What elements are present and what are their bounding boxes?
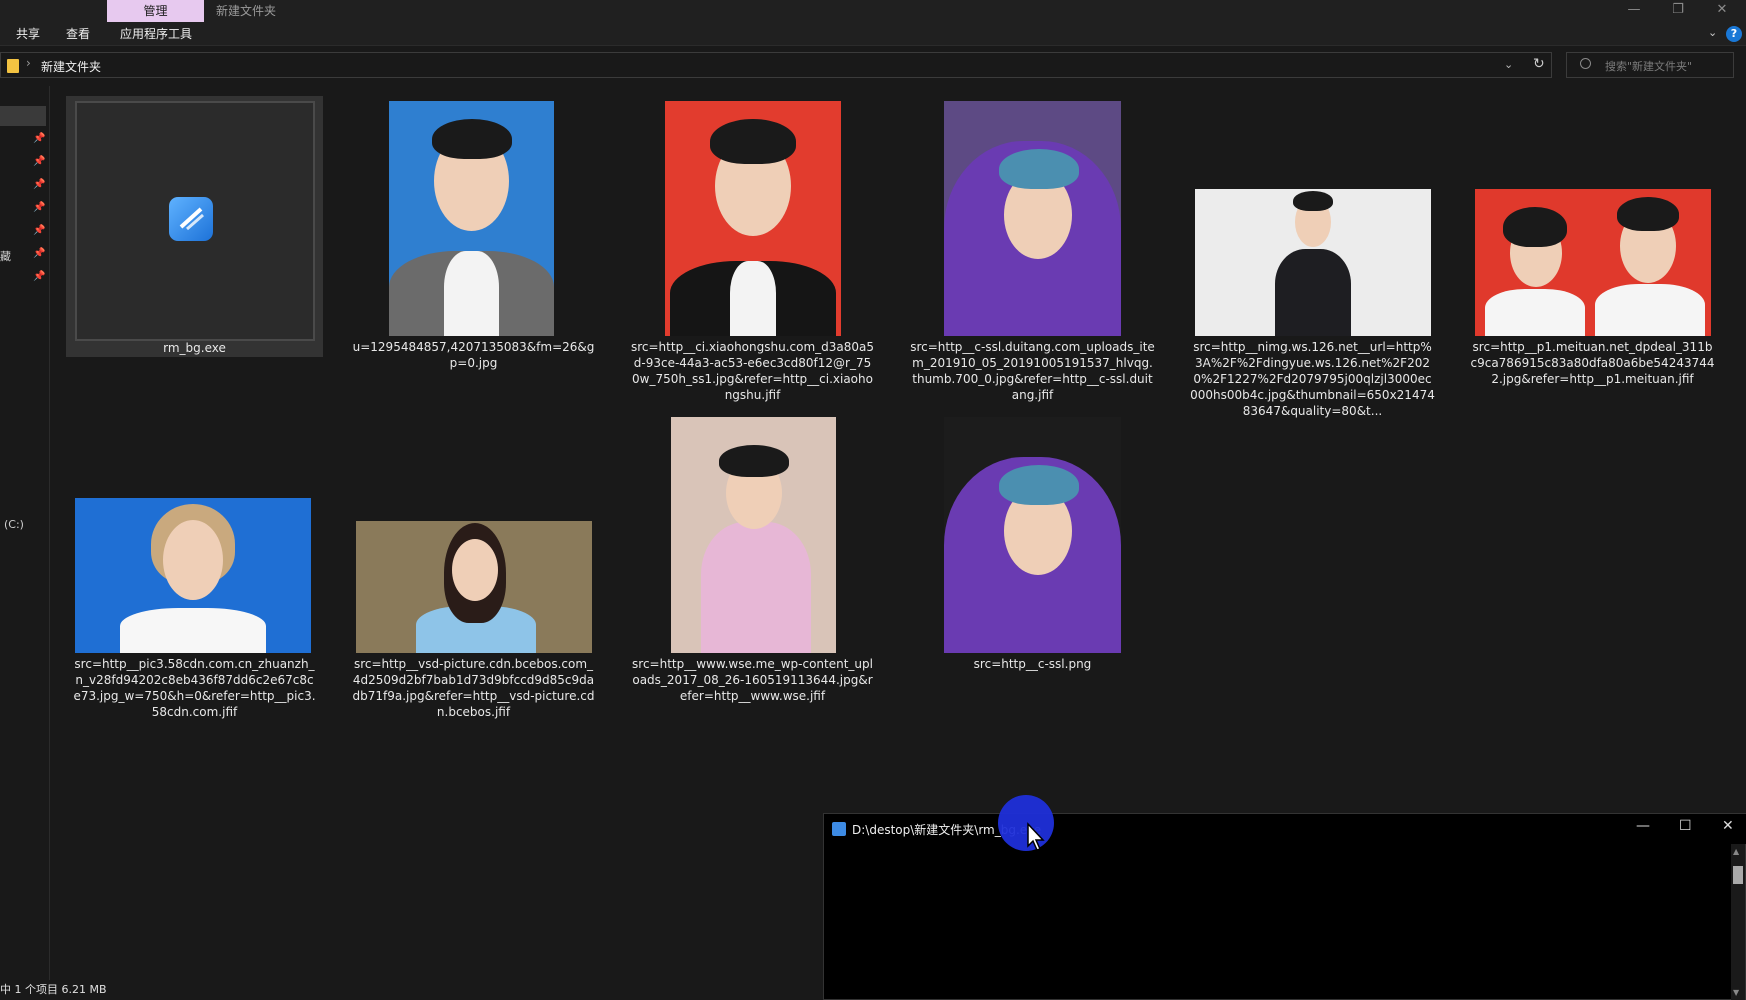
pin-icon: 📌 — [33, 133, 46, 144]
file-name: u=1295484857,4207135083&fm=26&gp=0.jpg — [352, 340, 595, 370]
file-name: src=http__c-ssl.png — [973, 657, 1092, 671]
breadcrumb-separator: › — [26, 56, 31, 70]
file-name: src=http__p1.meituan.net_dpdeal_311bc9ca… — [1470, 340, 1715, 386]
pin-icon: 📌 — [33, 225, 46, 236]
decorative-calligraphy — [675, 421, 707, 491]
console-maximize-button[interactable]: ☐ — [1679, 818, 1692, 834]
file-item[interactable]: src=http__c-ssl.png — [904, 413, 1161, 672]
nav-drive-c[interactable]: (C:) — [4, 518, 24, 531]
minimize-button[interactable]: — — [1612, 0, 1656, 22]
file-thumbnail — [345, 96, 602, 336]
pin-icon: 📌 — [33, 202, 46, 213]
file-item[interactable]: src=http__p1.meituan.net_dpdeal_311bc9ca… — [1464, 96, 1721, 387]
file-thumbnail — [904, 413, 1161, 653]
nav-selected-item[interactable] — [0, 106, 46, 126]
scroll-down-icon[interactable]: ▼ — [1733, 988, 1739, 997]
file-name: src=http__pic3.58cdn.com.cn_zhuanzh_n_v2… — [73, 657, 316, 719]
console-window[interactable]: D:\destop\新建文件夹\rm_bg.exe — ☐ ✕ ▲ ▼ — [823, 813, 1746, 1000]
file-item[interactable]: rm_bg.exe — [66, 96, 323, 357]
mouse-cursor-icon — [1027, 822, 1045, 851]
scroll-up-icon[interactable]: ▲ — [1733, 847, 1739, 856]
ribbon: 共享 查看 应用程序工具 ⌄ ? — [0, 22, 1746, 46]
file-thumbnail — [66, 413, 323, 653]
console-scrollbar[interactable]: ▲ ▼ — [1731, 844, 1745, 1000]
tab-app-tools[interactable]: 应用程序工具 — [120, 22, 192, 46]
title-bar: 管理 新建文件夹 — ❐ ✕ — [0, 0, 1746, 22]
file-thumbnail — [1184, 96, 1441, 336]
address-bar[interactable]: › 新建文件夹 ⌄ ↻ — [0, 52, 1552, 78]
folder-icon — [7, 59, 19, 73]
file-item[interactable]: u=1295484857,4207135083&fm=26&gp=0.jpg — [345, 96, 602, 371]
pin-icon: 📌 — [33, 156, 46, 167]
file-name: src=http__c-ssl.duitang.com_uploads_item… — [910, 340, 1155, 402]
pin-icon: 📌 — [33, 271, 46, 282]
restore-button[interactable]: ❐ — [1656, 0, 1700, 22]
console-close-button[interactable]: ✕ — [1722, 818, 1734, 834]
pin-icon: 📌 — [33, 179, 46, 190]
app-icon — [169, 197, 213, 241]
refresh-icon[interactable]: ↻ — [1533, 56, 1545, 72]
search-icon — [1580, 58, 1591, 69]
tab-view[interactable]: 查看 — [66, 22, 90, 46]
app-icon — [832, 822, 846, 836]
file-name: src=http__www.wse.me_wp-content_uploads_… — [632, 657, 873, 703]
address-dropdown-icon[interactable]: ⌄ — [1504, 58, 1513, 71]
file-item[interactable]: src=http__pic3.58cdn.com.cn_zhuanzh_n_v2… — [66, 413, 323, 720]
breadcrumb-folder[interactable]: 新建文件夹 — [41, 58, 101, 75]
address-row: › 新建文件夹 ⌄ ↻ 搜索"新建文件夹" — [0, 46, 1746, 86]
console-title-bar[interactable]: D:\destop\新建文件夹\rm_bg.exe — ☐ ✕ — [824, 814, 1746, 844]
search-placeholder[interactable]: 搜索"新建文件夹" — [1605, 58, 1692, 74]
manage-tab[interactable]: 管理 — [107, 0, 204, 22]
file-item[interactable]: src=http__c-ssl.duitang.com_uploads_item… — [904, 96, 1161, 403]
search-box[interactable]: 搜索"新建文件夹" — [1566, 52, 1734, 78]
help-icon[interactable]: ? — [1726, 26, 1742, 42]
file-name: src=http__ci.xiaohongshu.com_d3a80a5d-93… — [630, 340, 875, 402]
pin-icon: 📌 — [33, 248, 46, 259]
tab-share[interactable]: 共享 — [16, 22, 40, 46]
navigation-pane[interactable]: 📌 📌 📌 📌 📌 📌 📌 藏 (C:) — [0, 86, 50, 980]
file-item[interactable]: src=http__vsd-picture.cdn.bcebos.com_4d2… — [345, 413, 602, 720]
file-thumbnail — [1464, 96, 1721, 336]
file-name: src=http__vsd-picture.cdn.bcebos.com_4d2… — [352, 657, 595, 719]
file-name: rm_bg.exe — [163, 341, 226, 355]
nav-fragment-favorites[interactable]: 藏 — [0, 248, 11, 264]
file-item[interactable]: src=http__www.wse.me_wp-content_uploads_… — [624, 413, 881, 704]
file-thumbnail — [624, 413, 881, 653]
chevron-down-icon[interactable]: ⌄ — [1708, 26, 1717, 39]
console-minimize-button[interactable]: — — [1636, 818, 1650, 834]
file-thumbnail — [345, 413, 602, 653]
file-thumbnail — [904, 96, 1161, 336]
window-title: 新建文件夹 — [216, 4, 277, 18]
file-thumbnail — [624, 96, 881, 336]
scroll-thumb[interactable] — [1733, 866, 1743, 884]
status-bar: 中 1 个项目 6.21 MB — [0, 980, 823, 1000]
file-item[interactable]: src=http__nimg.ws.126.net__url=http%3A%2… — [1184, 96, 1441, 419]
file-item[interactable]: src=http__ci.xiaohongshu.com_d3a80a5d-93… — [624, 96, 881, 403]
close-button[interactable]: ✕ — [1700, 0, 1744, 22]
file-thumbnail — [67, 97, 324, 341]
file-name: src=http__nimg.ws.126.net__url=http%3A%2… — [1190, 340, 1435, 418]
